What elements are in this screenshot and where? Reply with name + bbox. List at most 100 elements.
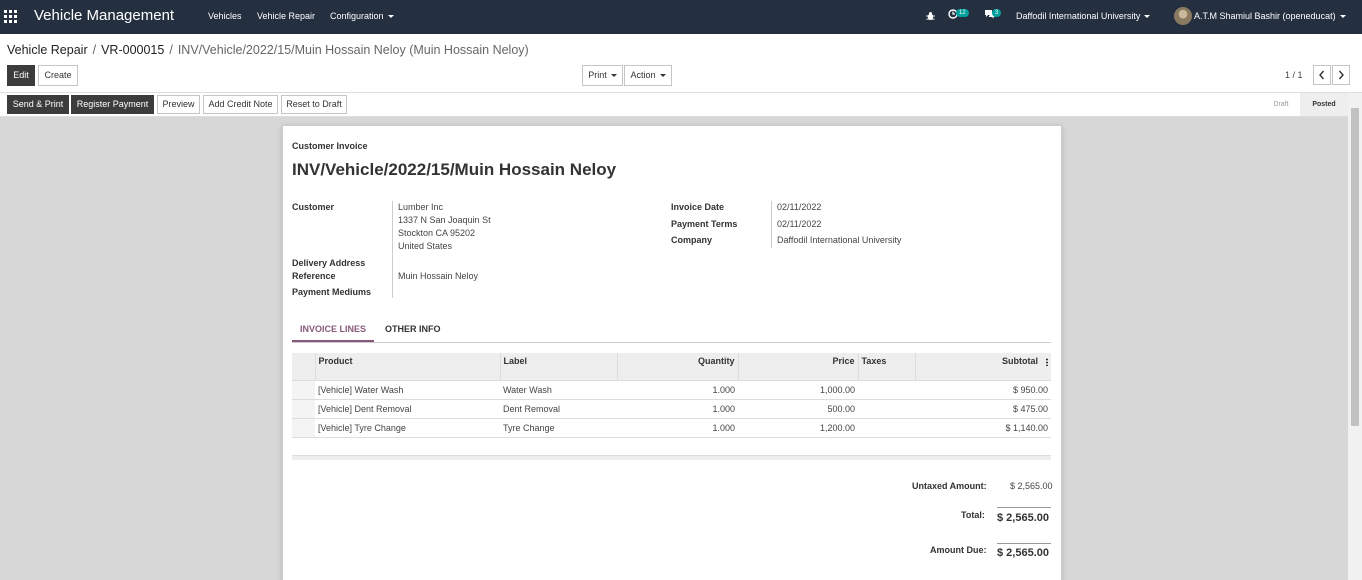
reset-to-draft-button[interactable]: Reset to Draft — [281, 95, 347, 114]
column-price[interactable]: Price — [737, 353, 858, 380]
row-handle — [292, 417, 315, 438]
payment-terms-label: Payment Terms — [671, 219, 738, 229]
column-subtotal-label: Subtotal — [1002, 356, 1038, 366]
amount-due-divider — [997, 543, 1051, 544]
menu-vehicles[interactable]: Vehicles — [208, 11, 242, 21]
amount-due-label: Amount Due: — [930, 545, 987, 555]
menu-vehicle-repair[interactable]: Vehicle Repair — [257, 11, 315, 21]
send-print-button[interactable]: Send & Print — [7, 95, 69, 114]
print-dropdown[interactable]: Print — [582, 65, 623, 86]
pager-previous-button[interactable] — [1313, 65, 1331, 85]
untaxed-amount-value: $ 2,565.00 — [1010, 481, 1053, 491]
company-value[interactable]: Daffodil International University — [777, 235, 901, 245]
table-footer-bar — [292, 455, 1051, 460]
company-switcher-label: Daffodil International University — [1016, 11, 1141, 21]
cell-label: Tyre Change — [500, 417, 617, 438]
cell-product: [Vehicle] Tyre Change — [315, 417, 500, 438]
cell-label: Water Wash — [500, 379, 617, 399]
edit-button[interactable]: Edit — [7, 65, 35, 86]
scrollbar-thumb[interactable] — [1351, 108, 1359, 426]
breadcrumb-current: INV/Vehicle/2022/15/Muin Hossain Neloy (… — [177, 43, 529, 57]
tab-other-info[interactable]: OTHER INFO — [385, 325, 441, 342]
table-header-row: Product Label Quantity Price Taxes Subto… — [292, 353, 1051, 380]
cell-price: 500.00 — [738, 398, 858, 418]
action-dropdown[interactable]: Action — [624, 65, 672, 86]
table-row[interactable]: [Vehicle] Tyre Change Tyre Change 1.000 … — [292, 417, 1051, 438]
cell-price: 1,000.00 — [738, 379, 858, 399]
invoice-date-label: Invoice Date — [671, 202, 725, 212]
apps-menu-icon[interactable] — [4, 10, 17, 23]
payment-mediums-label: Payment Mediums — [292, 287, 372, 297]
table-row[interactable]: [Vehicle] Water Wash Water Wash 1.000 1,… — [292, 379, 1051, 399]
chevron-down-icon — [659, 74, 666, 78]
company-switcher[interactable]: Daffodil International University — [1016, 11, 1151, 21]
breadcrumb: Vehicle Repair / VR-000015 / INV/Vehicle/202… — [7, 43, 529, 57]
cell-taxes — [858, 379, 915, 399]
column-taxes[interactable]: Taxes — [857, 353, 915, 380]
user-menu[interactable]: A.T.M Shamiul Bashir (openeducat) — [1194, 11, 1346, 21]
cell-subtotal: $ 475.00 — [915, 398, 1051, 418]
untaxed-amount-label: Untaxed Amount: — [912, 481, 987, 491]
chevron-left-icon — [1319, 70, 1325, 80]
user-avatar[interactable] — [1174, 7, 1192, 25]
tab-invoice-lines[interactable]: INVOICE LINES — [292, 325, 375, 342]
cell-product: [Vehicle] Dent Removal — [315, 398, 500, 418]
cell-label: Dent Removal — [500, 398, 617, 418]
chevron-down-icon — [1339, 15, 1346, 19]
reference-label: Reference — [292, 271, 336, 281]
breadcrumb-repair-record[interactable]: VR-000015 — [101, 43, 164, 57]
invoice-date-value: 02/11/2022 — [777, 202, 822, 212]
total-divider — [997, 507, 1051, 508]
top-navbar: Vehicle Management Vehicles Vehicle Repa… — [0, 0, 1362, 34]
chevron-right-icon — [1338, 70, 1344, 80]
row-handle — [292, 379, 315, 399]
add-credit-note-button[interactable]: Add Credit Note — [203, 95, 278, 114]
cell-taxes — [858, 398, 915, 418]
message-count-badge: 3 — [992, 9, 1002, 17]
cell-price: 1,200.00 — [738, 417, 858, 438]
customer-label: Customer — [292, 202, 335, 212]
cell-quantity: 1.000 — [617, 417, 738, 438]
breadcrumb-separator: / — [92, 43, 97, 57]
app-title[interactable]: Vehicle Management — [34, 7, 174, 24]
table-row[interactable]: [Vehicle] Dent Removal Dent Removal 1.00… — [292, 398, 1051, 418]
cell-quantity: 1.000 — [617, 398, 738, 418]
column-label[interactable]: Label — [499, 353, 617, 380]
total-value: $ 2,565.00 — [997, 512, 1049, 524]
user-menu-label: A.T.M Shamiul Bashir (openeducat) — [1194, 11, 1336, 21]
row-handle — [292, 398, 315, 418]
activity-count-badge: 12 — [956, 9, 969, 17]
create-button[interactable]: Create — [38, 65, 78, 86]
invoice-lines-table: Product Label Quantity Price Taxes Subto… — [292, 353, 1051, 438]
delivery-address-label: Delivery Address — [292, 258, 366, 268]
customer-city: Stockton CA 95202 — [398, 228, 476, 238]
amount-due-value: $ 2,565.00 — [997, 547, 1049, 559]
column-quantity[interactable]: Quantity — [616, 353, 738, 380]
cell-subtotal: $ 950.00 — [915, 379, 1051, 399]
pager-next-button[interactable] — [1332, 65, 1350, 85]
register-payment-button[interactable]: Register Payment — [71, 95, 154, 114]
column-subtotal[interactable]: Subtotal — [914, 353, 1051, 380]
customer-country: United States — [398, 241, 453, 251]
print-label: Print — [588, 70, 607, 80]
customer-name[interactable]: Lumber Inc — [398, 202, 443, 212]
pager-value[interactable]: 1 / 1 — [1285, 70, 1303, 80]
chevron-down-icon — [387, 15, 394, 19]
breadcrumb-vehicle-repair[interactable]: Vehicle Repair — [7, 43, 88, 57]
stage-draft: Draft — [1273, 101, 1289, 108]
menu-configuration-label: Configuration — [330, 11, 384, 21]
menu-configuration[interactable]: Configuration — [330, 11, 394, 21]
cell-quantity: 1.000 — [617, 379, 738, 399]
cell-taxes — [858, 417, 915, 438]
breadcrumb-separator: / — [169, 43, 173, 57]
field-divider — [771, 201, 772, 248]
customer-street: 1337 N San Joaquin St — [398, 215, 491, 225]
debug-bug-icon[interactable] — [926, 11, 935, 21]
cell-product: [Vehicle] Water Wash — [315, 379, 500, 399]
optional-columns-icon[interactable] — [1046, 357, 1048, 366]
preview-button[interactable]: Preview — [157, 95, 200, 114]
payment-terms-value: 02/11/2022 — [777, 219, 822, 229]
stage-posted: Posted — [1300, 93, 1348, 116]
column-product[interactable]: Product — [314, 353, 500, 380]
reference-value: Muin Hossain Neloy — [398, 271, 479, 281]
